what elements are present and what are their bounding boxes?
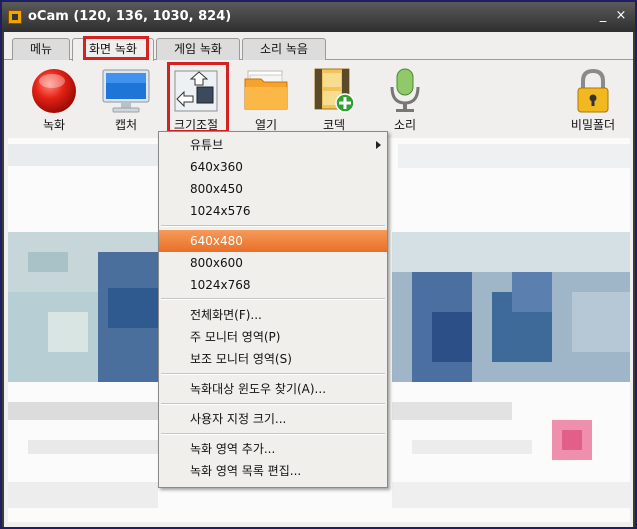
menu-item-sub-monitor[interactable]: 보조 모니터 영역(S)	[159, 348, 387, 370]
blur-block	[8, 482, 158, 508]
menu-item-1024x576[interactable]: 1024x576	[159, 200, 387, 222]
secret-folder-button[interactable]: 비밀폴더	[558, 61, 628, 137]
record-button[interactable]: 녹화	[24, 61, 84, 137]
menu-item-fullscreen[interactable]: 전체화면(F)...	[159, 304, 387, 326]
secret-folder-label: 비밀폴더	[570, 118, 616, 132]
toolbar: 녹화 캡처 크기조절 열기 코덱 소리 비밀폴더	[4, 61, 633, 137]
open-button[interactable]: 열기	[236, 61, 296, 137]
tab-sound-record[interactable]: 소리 녹음	[242, 38, 326, 60]
blur-block	[398, 144, 630, 168]
record-icon	[32, 69, 76, 113]
close-button[interactable]: ×	[614, 9, 628, 23]
blur-block	[28, 440, 158, 454]
resize-highlight-box	[167, 62, 229, 133]
menu-separator	[161, 403, 385, 405]
tab-game-record[interactable]: 게임 녹화	[156, 38, 240, 60]
menu-item-custom-size[interactable]: 사용자 지정 크기...	[159, 408, 387, 430]
padlock-icon	[577, 68, 609, 113]
menu-item-add-area[interactable]: 녹화 영역 추가...	[159, 438, 387, 460]
blur-block	[28, 252, 68, 272]
menu-item-640x360[interactable]: 640x360	[159, 156, 387, 178]
menu-item-1024x768[interactable]: 1024x768	[159, 274, 387, 296]
sound-button[interactable]: 소리	[375, 61, 435, 137]
blur-block	[108, 288, 158, 328]
record-label: 녹화	[42, 118, 66, 132]
menu-item-edit-area-list[interactable]: 녹화 영역 목록 편집...	[159, 460, 387, 482]
capture-label: 캡처	[114, 118, 138, 132]
blur-block	[48, 312, 88, 352]
resize-dropdown-menu: 유튜브 640x360 800x450 1024x576 640x480 800…	[158, 131, 388, 488]
monitor-icon	[102, 69, 150, 113]
blur-block	[432, 312, 472, 362]
menu-item-label: 유튜브	[190, 138, 224, 152]
menu-item-800x450[interactable]: 800x450	[159, 178, 387, 200]
codec-film-icon	[314, 68, 355, 113]
menu-separator	[161, 225, 385, 227]
capture-button[interactable]: 캡처	[96, 61, 156, 137]
folder-icon	[244, 70, 288, 110]
menu-item-640x480[interactable]: 640x480	[159, 230, 387, 252]
menu-item-youtube[interactable]: 유튜브	[159, 134, 387, 156]
menu-separator	[161, 298, 385, 300]
codec-button[interactable]: 코덱	[304, 61, 364, 137]
blur-block	[562, 430, 582, 450]
blur-block	[412, 440, 532, 454]
menu-item-find-window[interactable]: 녹화대상 윈도우 찾기(A)...	[159, 378, 387, 400]
menu-item-main-monitor[interactable]: 주 모니터 영역(P)	[159, 326, 387, 348]
submenu-arrow-icon	[376, 141, 381, 149]
menu-separator	[161, 373, 385, 375]
blur-block	[572, 292, 630, 352]
blur-block	[512, 272, 552, 312]
ocam-app-icon	[8, 10, 22, 24]
blur-block	[392, 402, 512, 420]
blur-block	[392, 482, 630, 508]
window-title: oCam (120, 136, 1030, 824)	[28, 9, 232, 24]
blur-block	[392, 232, 630, 272]
menu-separator	[161, 433, 385, 435]
blur-block	[8, 402, 158, 420]
title-bar[interactable]: oCam (120, 136, 1030, 824) _ ×	[2, 2, 635, 32]
menu-item-800x600[interactable]: 800x600	[159, 252, 387, 274]
tab-menu[interactable]: 메뉴	[12, 38, 70, 60]
microphone-icon	[390, 68, 420, 112]
blur-block	[8, 144, 158, 166]
minimize-button[interactable]: _	[596, 9, 610, 23]
tab-highlight-box	[83, 36, 149, 60]
